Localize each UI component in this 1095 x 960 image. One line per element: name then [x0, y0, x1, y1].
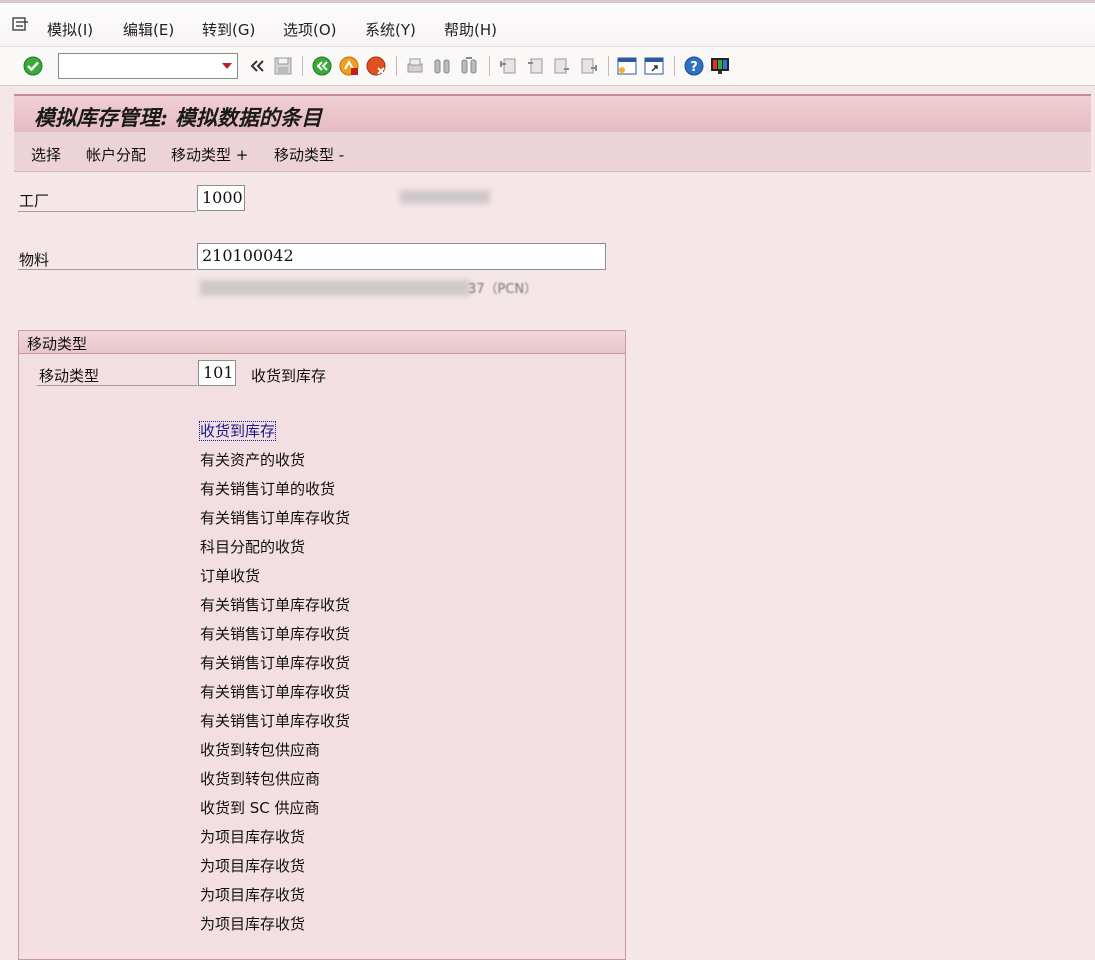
title-bar: 模拟库存管理: 模拟数据的条目	[14, 94, 1091, 132]
account-assignment-button[interactable]: 帐户分配	[86, 144, 146, 165]
menu-help[interactable]: 帮助(H)	[444, 19, 497, 40]
menu-system[interactable]: 系统(Y)	[365, 19, 416, 40]
cancel-icon[interactable]	[365, 55, 387, 77]
material-description-blurred	[200, 280, 470, 296]
menu-bar: 模拟(I) 编辑(E) 转到(G) 选项(O) 系统(Y) 帮助(H)	[0, 0, 1095, 46]
movement-type-field[interactable]: 101	[198, 360, 236, 386]
toolbar-separator	[396, 56, 397, 76]
movement-option-item[interactable]: 有关销售订单库存收货	[200, 654, 350, 672]
movement-option-item[interactable]: 科目分配的收货	[200, 538, 305, 556]
page-title: 模拟库存管理: 模拟数据的条目	[34, 105, 323, 130]
movement-option-item[interactable]: 有关销售订单的收货	[200, 480, 335, 498]
toolbar-separator	[608, 56, 609, 76]
back-nav-icon[interactable]	[246, 55, 268, 77]
print-icon[interactable]	[404, 55, 426, 77]
label-underline	[37, 385, 197, 386]
plant-description-blurred	[400, 190, 490, 204]
material-field[interactable]: 210100042	[197, 243, 606, 270]
prev-page-icon[interactable]	[524, 55, 546, 77]
command-field[interactable]	[58, 53, 238, 79]
movement-option-item[interactable]: 收货到转包供应商	[200, 770, 320, 788]
movement-option-item[interactable]: 收货到 SC 供应商	[200, 799, 320, 817]
label-underline	[18, 269, 196, 270]
group-title: 移动类型	[27, 335, 88, 353]
back-icon[interactable]	[311, 55, 333, 77]
movement-option-item[interactable]: 有关销售订单库存收货	[200, 509, 350, 527]
material-label: 物料	[19, 251, 50, 269]
label-underline	[18, 211, 196, 212]
movement-type-minus-button[interactable]: 移动类型 -	[274, 144, 344, 165]
movement-option-item[interactable]: 订单收货	[200, 567, 260, 585]
system-menu-icon[interactable]	[12, 17, 30, 33]
last-page-icon[interactable]	[578, 55, 600, 77]
movement-option-item[interactable]: 为项目库存收货	[200, 857, 305, 875]
movement-type-description: 收货到库存	[251, 367, 327, 385]
menu-simulation[interactable]: 模拟(I)	[47, 19, 93, 40]
toolbar-separator	[302, 56, 303, 76]
material-description-suffix: 37（PCN）	[468, 282, 538, 297]
help-icon[interactable]: ?	[683, 55, 705, 77]
select-button[interactable]: 选择	[31, 144, 61, 165]
movement-type-label: 移动类型	[39, 367, 100, 385]
first-page-icon[interactable]	[497, 55, 519, 77]
menu-edit[interactable]: 编辑(E)	[123, 19, 174, 40]
menu-options[interactable]: 选项(O)	[283, 19, 337, 40]
movement-option-item[interactable]: 为项目库存收货	[200, 886, 305, 904]
application-toolbar: 选择 帐户分配 移动类型 + 移动类型 -	[14, 132, 1091, 172]
next-page-icon[interactable]	[551, 55, 573, 77]
toolbar-separator	[489, 56, 490, 76]
movement-option-item[interactable]: 有关资产的收货	[200, 451, 305, 469]
new-session-icon[interactable]	[616, 55, 638, 77]
standard-toolbar: ?	[0, 46, 1095, 86]
plant-label: 工厂	[19, 192, 50, 210]
enter-icon[interactable]	[22, 55, 44, 77]
movement-option-item[interactable]: 有关销售订单库存收货	[200, 625, 350, 643]
movement-option-item[interactable]: 为项目库存收货	[200, 828, 305, 846]
find-next-icon[interactable]	[458, 55, 480, 77]
movement-type-plus-button[interactable]: 移动类型 +	[171, 144, 248, 165]
find-icon[interactable]	[431, 55, 453, 77]
save-icon[interactable]	[272, 55, 294, 77]
plant-field[interactable]: 1000	[197, 185, 245, 211]
movement-option-item[interactable]: 收货到转包供应商	[200, 741, 320, 759]
chevron-down-icon[interactable]	[222, 63, 232, 69]
toolbar-separator	[674, 56, 675, 76]
exit-icon[interactable]	[338, 55, 360, 77]
group-header: 移动类型	[19, 331, 625, 354]
menu-goto[interactable]: 转到(G)	[202, 19, 255, 40]
svg-text:?: ?	[690, 60, 698, 75]
movement-option-item[interactable]: 有关销售订单库存收货	[200, 712, 350, 730]
movement-option-item[interactable]: 有关销售订单库存收货	[200, 596, 350, 614]
movement-type-group: 移动类型 移动类型 101 收货到库存	[18, 330, 626, 960]
movement-option-item[interactable]: 有关销售订单库存收货	[200, 683, 350, 701]
movement-option-item[interactable]: 为项目库存收货	[200, 915, 305, 933]
movement-option-item[interactable]: 收货到库存	[198, 421, 277, 441]
shortcut-icon[interactable]	[643, 55, 665, 77]
command-input[interactable]	[61, 55, 215, 79]
customize-layout-icon[interactable]	[709, 55, 731, 77]
